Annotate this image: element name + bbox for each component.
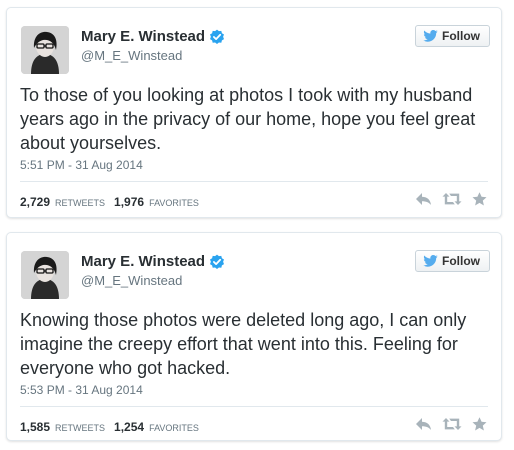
tweet-timestamp[interactable]: 5:53 PM - 31 Aug 2014 — [20, 383, 143, 397]
follow-button[interactable]: Follow — [415, 250, 490, 272]
tweet-actions — [415, 417, 487, 431]
tweet-card: Mary E. Winstead @M_E_Winstead Follow Kn… — [6, 232, 502, 441]
tweet-timestamp[interactable]: 5:51 PM - 31 Aug 2014 — [20, 158, 143, 172]
tweet-text: Knowing those photos were deleted long a… — [20, 310, 467, 378]
follow-label: Follow — [442, 29, 480, 43]
display-name[interactable]: Mary E. Winstead — [81, 253, 205, 271]
retweet-label: RETWEETS — [55, 423, 106, 433]
reply-icon[interactable] — [415, 192, 432, 206]
retweet-count[interactable]: 1,585 — [20, 420, 50, 434]
follow-button[interactable]: Follow — [415, 25, 490, 47]
favorite-count[interactable]: 1,976 — [114, 195, 144, 209]
verified-badge-icon — [209, 254, 225, 270]
retweet-count[interactable]: 2,729 — [20, 195, 50, 209]
star-icon[interactable] — [472, 417, 487, 431]
verified-badge-icon — [209, 29, 225, 45]
name-row: Mary E. Winstead — [81, 253, 225, 271]
retweet-icon[interactable] — [442, 417, 462, 431]
retweet-label: RETWEETS — [55, 198, 106, 208]
tweet-card: Mary E. Winstead @M_E_Winstead Follow To… — [6, 7, 502, 218]
reply-icon[interactable] — [415, 417, 432, 431]
favorite-label: FAVORITES — [149, 423, 199, 433]
display-name[interactable]: Mary E. Winstead — [81, 28, 205, 46]
user-handle[interactable]: @M_E_Winstead — [81, 273, 182, 289]
star-icon[interactable] — [472, 192, 487, 206]
user-handle[interactable]: @M_E_Winstead — [81, 48, 182, 64]
divider — [20, 181, 488, 182]
avatar[interactable] — [21, 251, 69, 299]
divider — [20, 406, 488, 407]
favorite-count[interactable]: 1,254 — [114, 420, 144, 434]
tweet-stats: 1,585 RETWEETS 1,254 FAVORITES — [20, 420, 203, 435]
tweet-actions — [415, 192, 487, 206]
name-row: Mary E. Winstead — [81, 28, 225, 46]
twitter-bird-icon — [423, 255, 438, 267]
tweet-text: To those of you looking at photos I took… — [20, 85, 476, 153]
twitter-bird-icon — [423, 30, 438, 42]
favorite-label: FAVORITES — [149, 198, 199, 208]
tweet-stats: 2,729 RETWEETS 1,976 FAVORITES — [20, 195, 203, 210]
avatar[interactable] — [21, 26, 69, 74]
follow-label: Follow — [442, 254, 480, 268]
retweet-icon[interactable] — [442, 192, 462, 206]
